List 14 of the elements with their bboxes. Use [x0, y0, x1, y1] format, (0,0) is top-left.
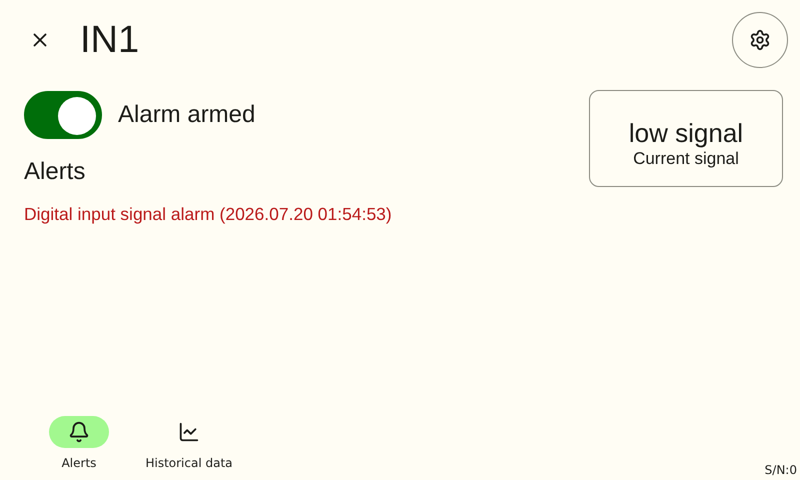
bell-icon: [68, 421, 90, 443]
switch-label: Alarm armed: [118, 101, 256, 129]
settings-icon: [749, 29, 771, 51]
nav-tab[interactable]: Alerts: [34, 416, 124, 470]
serial-number: S/N:0: [764, 463, 797, 477]
alarm-switch[interactable]: [24, 91, 102, 139]
signal-caption: Current signal: [633, 149, 739, 169]
section-heading: Alerts: [24, 158, 86, 186]
settings-button[interactable]: [732, 12, 788, 68]
alert-message: Digital input signal alarm (2026.07.20 01:54:53): [24, 204, 392, 225]
page-title: IN1: [80, 18, 140, 62]
nav-tab[interactable]: Historical data: [144, 416, 234, 470]
line-chart-icon: [178, 421, 200, 443]
signal-value: low signal: [628, 118, 744, 149]
